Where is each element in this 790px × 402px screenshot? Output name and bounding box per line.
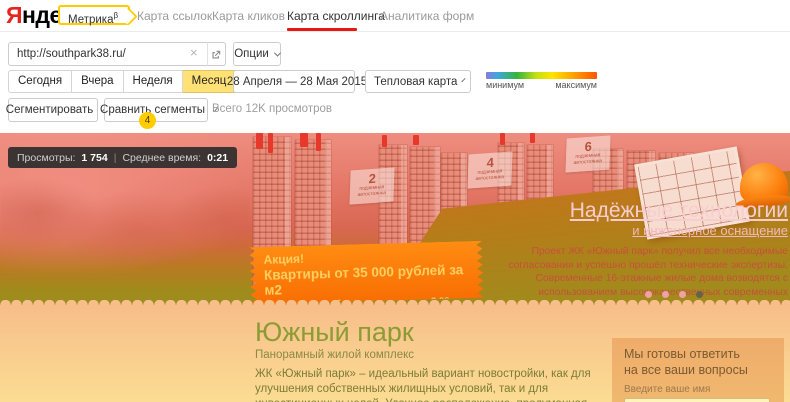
section-subtitle: Панорамный жилой комплекс [255,349,414,361]
form-title-line2: на все ваши вопросы [624,363,784,379]
open-page-button[interactable] [207,42,226,66]
heatmap-red-mark [300,133,308,147]
period-today[interactable]: Сегодня [8,70,72,93]
options-label: Опции [234,48,269,60]
legend-min-label: минимум [486,80,524,90]
heatmap-red-mark [316,133,321,151]
chevron-down-icon [462,78,466,82]
legend-max-label: максимум [555,80,597,90]
header: Яндекс Метрикаβ Карта ссылок Карта клико… [0,0,790,32]
compare-count-badge: 4 [139,112,156,129]
options-button[interactable]: Опции [233,42,281,66]
carousel-dots [645,291,703,298]
views-value: 1 754 [81,152,107,164]
hero-subtitle-link[interactable]: и инженерное оснащение [632,223,788,238]
map-type-select[interactable]: Тепловая карта [365,70,471,93]
heatmap-red-mark [413,135,419,145]
plate-label: подземная автостоянка [468,168,512,182]
heatmap-legend-gradient [486,72,597,79]
section-title: Южный парк [255,317,414,348]
beta-label: β [114,11,119,20]
tab-scroll-map[interactable]: Карта скроллинга [287,9,385,23]
heatmap-legend: минимум максимум [486,72,597,90]
chevron-down-icon [274,49,281,56]
views-label: Просмотры: [17,152,75,164]
metrika-label: Метрика [68,14,114,26]
metrics-tooltip: Просмотры: 1 754 | Среднее время: 0:21 [8,147,237,168]
promo-line2: Квартиры от 35 000 рублей за м2 [264,262,478,298]
segment-label: Сегментировать [6,104,93,116]
form-title-line1: Мы готовы ответить [624,347,784,363]
heatmap-red-mark [268,133,273,153]
avg-time-label: Среднее время: [122,152,201,164]
date-range-button[interactable]: 28 Апреля — 28 Мая 2015 [233,70,355,93]
site-lower-section: Южный парк Панорамный жилой комплекс ЖК … [0,305,790,402]
plate-label: подземная автостоянка [350,184,394,198]
active-tab-underline [287,28,357,31]
building-plate-2: 2 подземная автостоянка [349,167,394,204]
building-plate-4: 4 подземная автостоянка [467,151,512,188]
tab-link-map[interactable]: Карта ссылок [137,9,212,23]
hero-title-link[interactable]: Надёжные технологии [570,199,788,223]
open-page-icon [211,49,222,60]
tooltip-separator: | [114,152,117,164]
carousel-dot[interactable] [679,291,686,298]
date-range-label: 28 Апреля — 28 Мая 2015 [227,76,367,88]
metrika-badge[interactable]: Метрикаβ [58,5,130,25]
heatmap-red-mark [530,133,535,143]
yandex-logo-ya: Я [6,2,22,28]
scroll-map-viewport[interactable]: 2 подземная автостоянка 4 подземная авто… [0,133,790,402]
map-type-label: Тепловая карта [374,76,457,88]
clear-icon[interactable]: × [190,45,198,61]
promo-banner: Акция! Квартиры от 35 000 рублей за м2 Н… [249,241,484,304]
trees-decoration [0,159,250,279]
total-views-label: Всего 12K просмотров [212,103,332,115]
heatmap-red-mark [256,133,263,149]
carousel-dot[interactable] [645,291,652,298]
plate-label: подземная автостоянка [566,152,610,166]
form-name-label: Введите ваше имя [624,384,784,395]
building-plate-6: 6 подземная автостоянка [565,135,610,172]
avg-time-value: 0:21 [207,152,228,164]
heatmap-red-mark [382,135,387,147]
period-week[interactable]: Неделя [124,70,183,93]
yandex-metrica-app: Яндекс Метрикаβ Карта ссылок Карта клико… [0,0,790,402]
heatmap-red-mark [500,133,505,145]
tab-form-analytics[interactable]: Аналитика форм [380,9,474,23]
period-yesterday[interactable]: Вчера [72,70,123,93]
tab-click-map[interactable]: Карта кликов [212,9,285,23]
carousel-dot[interactable] [662,291,669,298]
segment-button[interactable]: Сегментировать [8,98,98,122]
contact-form-card: Мы готовы ответить на все ваши вопросы В… [612,338,784,402]
url-input[interactable] [8,42,208,66]
section-paragraph: ЖК «Южный парк» – идеальный вариант ново… [255,367,603,402]
site-name-input[interactable] [624,398,770,402]
compare-segments-button[interactable]: Сравнить сегменты [104,98,208,122]
carousel-dot-active[interactable] [696,291,703,298]
